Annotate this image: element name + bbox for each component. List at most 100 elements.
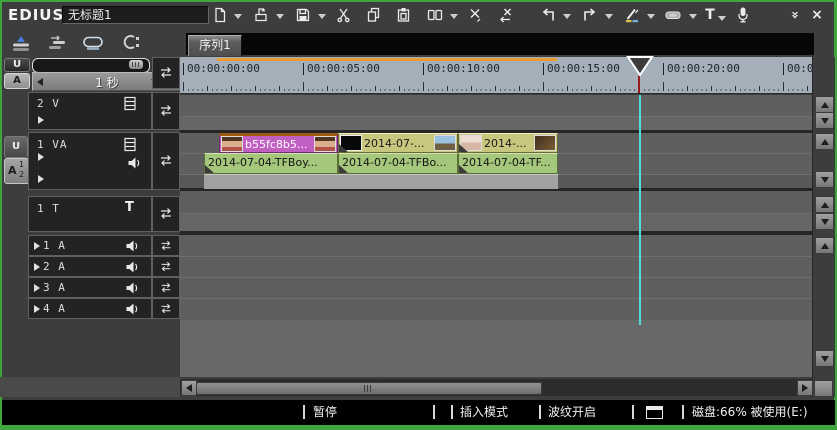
track-swap-2v[interactable] [152, 92, 180, 130]
track-row-2a[interactable] [180, 256, 812, 278]
playhead-handle[interactable] [626, 56, 654, 77]
track-header-1a[interactable]: 1 A [28, 235, 152, 256]
save-project-dropdown[interactable] [318, 14, 326, 19]
track-swap-1a[interactable] [152, 235, 180, 256]
track-swap-2a[interactable] [152, 256, 180, 277]
expand-track-icon[interactable] [34, 305, 40, 313]
voice-over-button[interactable] [732, 4, 754, 26]
loop-mode-button[interactable] [78, 33, 108, 53]
master-swap-cell[interactable] [152, 57, 180, 89]
audio-clip[interactable]: 2014-07-04-TF... [458, 153, 558, 174]
status-separator [632, 405, 634, 419]
expand-track-icon[interactable] [38, 175, 44, 183]
zoom-slider-thumb[interactable] [129, 60, 143, 69]
redo-dropdown[interactable] [605, 14, 613, 19]
open-project-button[interactable] [250, 4, 272, 26]
master-audio-mute-button[interactable]: A [4, 73, 30, 89]
track-swap-4a[interactable] [152, 298, 180, 319]
scroll-down-1t[interactable] [815, 213, 834, 230]
track-row-1a[interactable] [180, 235, 812, 256]
video-clip[interactable]: b55fc8b5... [219, 133, 338, 153]
create-title-button[interactable]: T [701, 4, 719, 26]
video-clip[interactable]: 2014-07-... [338, 133, 458, 153]
horizontal-scroll-thumb[interactable] [196, 382, 542, 395]
track-header-2a[interactable]: 2 A [28, 256, 152, 277]
ruler-timecode: 00:00:05:00 [303, 63, 380, 75]
expand-track-icon[interactable] [34, 242, 40, 250]
more-tools-button[interactable]: » [783, 4, 805, 26]
audio-clip[interactable]: 2014-07-04-TFBoy... [204, 153, 338, 174]
add-between-button[interactable] [424, 4, 446, 26]
track-header-1t[interactable]: 1 T T [28, 196, 152, 232]
undo-dropdown[interactable] [563, 14, 571, 19]
audio-clip[interactable]: 2014-07-04-TFBo... [338, 153, 458, 174]
window-layout-icon[interactable] [646, 406, 663, 419]
timeline-zoom-slider[interactable] [32, 58, 150, 73]
track-row-3a[interactable] [180, 277, 812, 299]
track-swap-1t[interactable] [152, 196, 180, 232]
track-swap-1va[interactable] [152, 132, 180, 190]
track-header-2v[interactable]: 2 V [28, 92, 152, 130]
playback-status: 暂停 [313, 405, 338, 419]
track-header-1va[interactable]: 1 VA [28, 132, 152, 190]
snap-mode-button[interactable] [116, 33, 146, 53]
timeline-track-area[interactable]: b55fc8b5... 2014-07-... 2014-... 2014-07… [180, 95, 812, 377]
scroll-left-button[interactable] [181, 380, 197, 396]
cut-button[interactable] [333, 4, 355, 26]
track-header-3a[interactable]: 3 A [28, 277, 152, 298]
scroll-thumb-grip [364, 385, 373, 392]
clip-label: 2014-07-04-TF... [462, 156, 551, 169]
new-sequence-button[interactable] [209, 4, 231, 26]
scroll-down-audio[interactable] [815, 350, 834, 367]
expand-track-icon[interactable] [38, 116, 44, 124]
master-video-mute-button[interactable]: U [4, 58, 30, 72]
delete-button[interactable] [464, 4, 486, 26]
track-row-2v-sub[interactable] [180, 116, 812, 131]
add-cut-point-button[interactable] [621, 4, 643, 26]
scroll-up-audio[interactable] [815, 237, 834, 254]
open-project-dropdown[interactable] [276, 14, 284, 19]
scroll-down-1va[interactable] [815, 171, 834, 188]
tab-sequence-1[interactable]: 序列1 [188, 35, 242, 56]
track-header-4a[interactable]: 4 A [28, 298, 152, 319]
video-clip[interactable]: 2014-... [458, 133, 558, 153]
paste-button[interactable] [393, 4, 415, 26]
create-title-dropdown[interactable] [718, 16, 726, 21]
expand-track-icon[interactable] [34, 263, 40, 271]
expand-track-icon[interactable] [34, 284, 40, 292]
track-row-4a[interactable] [180, 298, 812, 320]
ripple-delete-button[interactable] [494, 4, 516, 26]
project-title-field[interactable]: 无标题1 [62, 6, 209, 24]
disk-usage-status: 磁盘:66% 被使用(E:) [692, 405, 808, 419]
add-cut-point-dropdown[interactable] [647, 14, 655, 19]
track-row-1t[interactable] [180, 191, 812, 213]
overwrite-mode-button[interactable] [6, 33, 36, 53]
scroll-down-2v[interactable] [815, 112, 834, 129]
ruler-timecode: 00:00 [783, 63, 812, 75]
redo-button[interactable] [579, 4, 601, 26]
expand-track-icon[interactable] [38, 153, 44, 161]
va-audio-channel-button[interactable]: A 1 2 [4, 158, 30, 184]
playhead-line[interactable] [639, 95, 641, 325]
undo-button[interactable] [537, 4, 559, 26]
channel-letter: A [8, 164, 17, 177]
save-project-button[interactable] [292, 4, 314, 26]
va-video-mute-button[interactable]: U [4, 136, 28, 158]
timecode-ruler[interactable]: 00:00:00:00 00:00:05:00 00:00:10:00 00:0… [180, 57, 812, 94]
copy-button[interactable] [363, 4, 385, 26]
track-row-2v[interactable] [180, 95, 812, 116]
sync-lock-mode-button[interactable] [42, 33, 72, 53]
scroll-up-1va[interactable] [815, 133, 834, 150]
track-label: 1 T [37, 202, 60, 215]
close-button[interactable]: × [806, 4, 828, 26]
set-transition-dropdown[interactable] [689, 14, 697, 19]
set-transition-button[interactable] [662, 4, 684, 26]
track-swap-3a[interactable] [152, 277, 180, 298]
track-row-1t-sub[interactable] [180, 213, 812, 232]
scroll-up-2v[interactable] [815, 96, 834, 113]
add-between-dropdown[interactable] [450, 14, 458, 19]
scroll-up-1t[interactable] [815, 196, 834, 213]
scrollbar-corner-button[interactable] [814, 380, 833, 397]
new-sequence-dropdown[interactable] [234, 14, 242, 19]
scroll-right-button[interactable] [797, 380, 813, 396]
